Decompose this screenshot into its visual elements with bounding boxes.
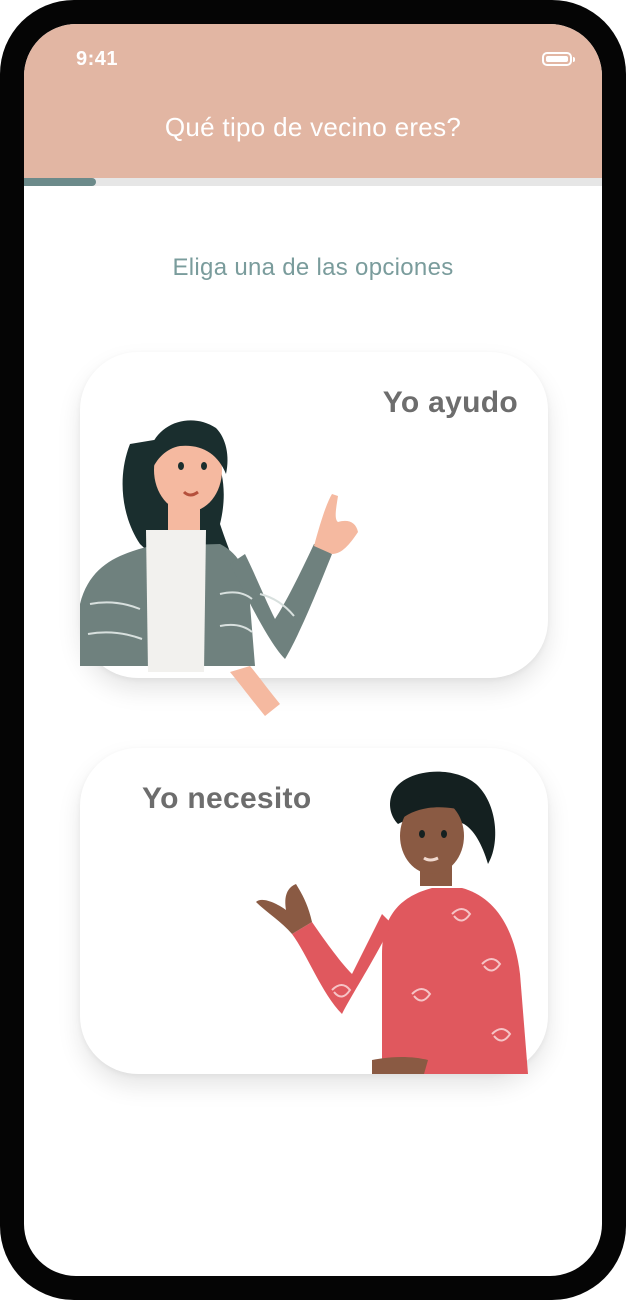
page-title: Qué tipo de vecino eres? bbox=[164, 112, 462, 142]
option-card-help[interactable]: Yo ayudo bbox=[80, 352, 548, 716]
progress-bar-fill bbox=[24, 178, 97, 186]
progress-bar bbox=[24, 178, 602, 186]
option-label-help: Yo ayudo bbox=[382, 386, 518, 419]
instruction-text: Eliga una de las opciones bbox=[172, 254, 454, 281]
app-screen: 9:41 Qué tipo de vecino eres? Eliga una … bbox=[24, 24, 602, 1276]
woman-pointing-illustration bbox=[80, 420, 358, 716]
phone-frame: 9:41 Qué tipo de vecino eres? Eliga una … bbox=[0, 0, 626, 1300]
option-card-need[interactable]: Yo necesito bbox=[80, 748, 548, 1074]
battery-full-icon bbox=[542, 52, 575, 66]
status-time: 9:41 bbox=[76, 48, 119, 70]
header: 9:41 Qué tipo de vecino eres? bbox=[24, 24, 602, 178]
man-gesturing-illustration bbox=[256, 771, 528, 1074]
